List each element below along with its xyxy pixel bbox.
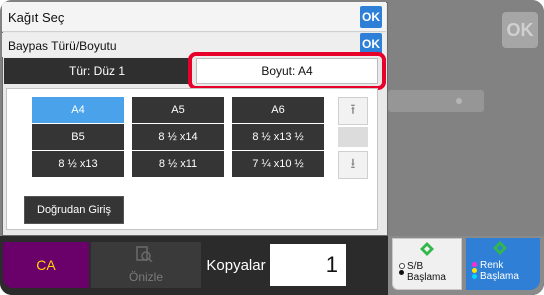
size-8-5x14-button[interactable]: 8 ½ x14 xyxy=(132,124,224,150)
start-diamond-icon xyxy=(420,242,434,256)
scroll-track[interactable] xyxy=(338,127,368,147)
preview-button: Önizle xyxy=(91,242,201,288)
preview-label: Önizle xyxy=(128,270,163,284)
scroll-top-icon[interactable]: ⭱ xyxy=(338,97,368,125)
start-diamond-icon xyxy=(493,241,507,255)
start-bw-label-line1: S/B xyxy=(407,261,424,272)
copies-label: Kopyalar xyxy=(204,242,268,288)
direct-entry-button[interactable]: Doğrudan Giriş xyxy=(24,196,124,224)
color-indicator-icon xyxy=(472,262,480,280)
background-ok-button: OK xyxy=(502,12,538,48)
clear-all-button[interactable]: CA xyxy=(3,242,89,288)
selection-highlight xyxy=(188,52,386,90)
start-color-label-line2: Başlama xyxy=(480,271,519,282)
start-bw-label-line2: Başlama xyxy=(407,272,446,283)
tab-paper-type[interactable]: Tür: Düz 1 xyxy=(4,58,190,84)
screen: OK Kağıt Seç OK Baypas Türü/Boyutu OK Tü… xyxy=(0,0,544,295)
dialog-title: Kağıt Seç xyxy=(8,10,65,25)
bw-indicator-icon xyxy=(399,263,407,276)
start-color-button[interactable]: Renk Başlama xyxy=(466,238,540,290)
dialog-subtitle: Baypas Türü/Boyutu xyxy=(8,39,117,53)
dialog-title-bar: Kağıt Seç OK xyxy=(2,2,386,32)
background-field-icon xyxy=(456,98,462,104)
size-7-25x10-5-button[interactable]: 7 ¼ x10 ½ xyxy=(232,151,324,177)
size-scrollbar: ⭱ ⭳ xyxy=(338,97,368,179)
size-8-5x11-button[interactable]: 8 ½ x11 xyxy=(132,151,224,177)
scroll-bottom-icon[interactable]: ⭳ xyxy=(338,151,368,179)
title-ok-button[interactable]: OK xyxy=(360,6,382,28)
size-a5-button[interactable]: A5 xyxy=(132,97,224,123)
start-color-label-line1: Renk xyxy=(480,260,504,271)
size-8-5x13-button[interactable]: 8 ½ x13 xyxy=(32,151,124,177)
copies-input[interactable]: 1 xyxy=(270,244,346,286)
preview-icon xyxy=(136,246,153,262)
size-8-5x13-5-button[interactable]: 8 ½ x13 ½ xyxy=(232,124,324,150)
size-a4-button[interactable]: A4 xyxy=(32,97,124,123)
background-field xyxy=(388,90,484,112)
start-bw-button[interactable]: S/B Başlama xyxy=(392,238,462,290)
size-a6-button[interactable]: A6 xyxy=(232,97,324,123)
size-b5-button[interactable]: B5 xyxy=(32,124,124,150)
